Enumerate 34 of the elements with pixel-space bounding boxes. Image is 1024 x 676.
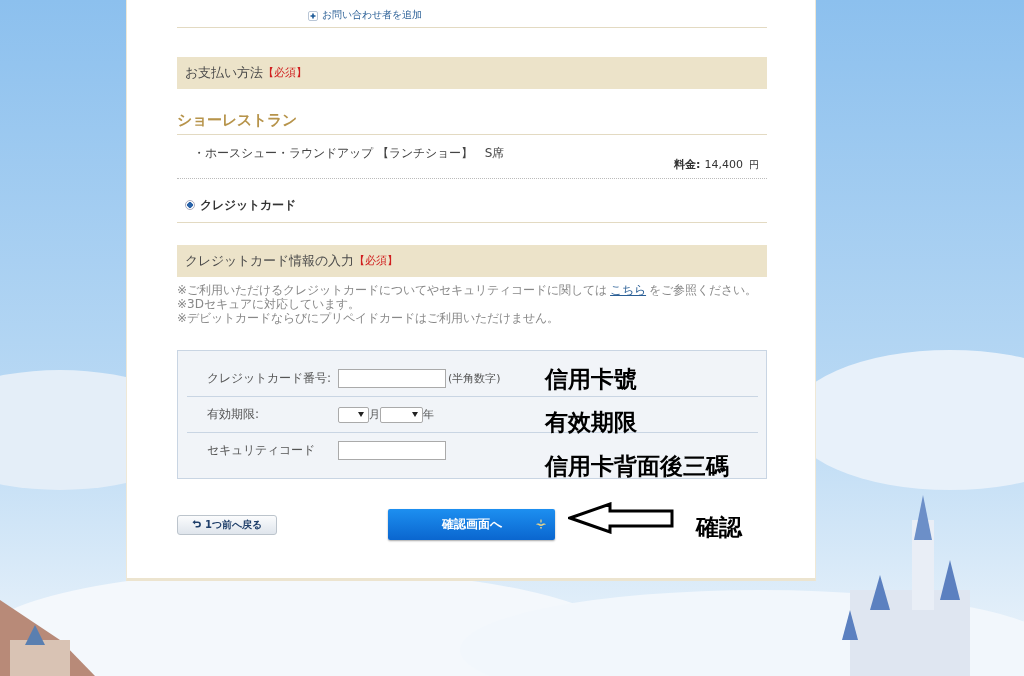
required-label: 【必須】: [354, 254, 398, 268]
annotation-text: 信用卡號: [545, 365, 637, 394]
note-text: ※3Dセキュアに対応しています。: [177, 297, 361, 311]
price-label: 料金:: [674, 158, 701, 172]
required-label: 【必須】: [263, 66, 307, 80]
info-link[interactable]: こちら: [610, 283, 647, 297]
confirm-button[interactable]: 確認画面へ: [388, 509, 555, 540]
restaurant-title: ショーレストラン: [177, 112, 297, 128]
back-button[interactable]: 1つ前へ戻る: [177, 514, 277, 535]
plus-icon: [308, 10, 318, 21]
field-label: 有効期限:: [207, 406, 261, 423]
month-dropdown[interactable]: [338, 406, 369, 423]
hint-text: (半角数字): [448, 371, 501, 386]
input-field[interactable]: [338, 441, 446, 460]
caret-icon: [412, 412, 418, 417]
annotation-text: 信用卡背面後三碼: [545, 452, 729, 481]
price-value: 14,400: [704, 158, 743, 172]
unit-label: 月: [369, 407, 380, 422]
section-title: お支払い方法: [185, 64, 263, 82]
field-label: セキュリティコード: [207, 442, 316, 459]
currency-label: 円: [749, 158, 759, 172]
payment-option[interactable]: クレジットカード: [185, 197, 296, 213]
annotation-text: 有效期限: [545, 408, 637, 437]
section-title: クレジットカード情報の入力: [185, 252, 354, 270]
year-dropdown[interactable]: [380, 406, 423, 423]
unit-label: 年: [423, 407, 434, 422]
return-arrow-icon: [192, 520, 201, 529]
note-text: ※ご利用いただけるクレジットカードについてやセキュリティコードに関しては こちら をご参照ください。: [177, 283, 759, 297]
note-text: ※デビットカードならびにプリペイドカードはご利用いただけません。: [177, 311, 561, 325]
input-field[interactable]: [338, 369, 446, 388]
caret-icon: [358, 412, 364, 417]
annotation-text: 確認: [696, 513, 742, 542]
field-label: クレジットカード番号:: [207, 370, 333, 387]
radio-button[interactable]: [185, 200, 195, 210]
